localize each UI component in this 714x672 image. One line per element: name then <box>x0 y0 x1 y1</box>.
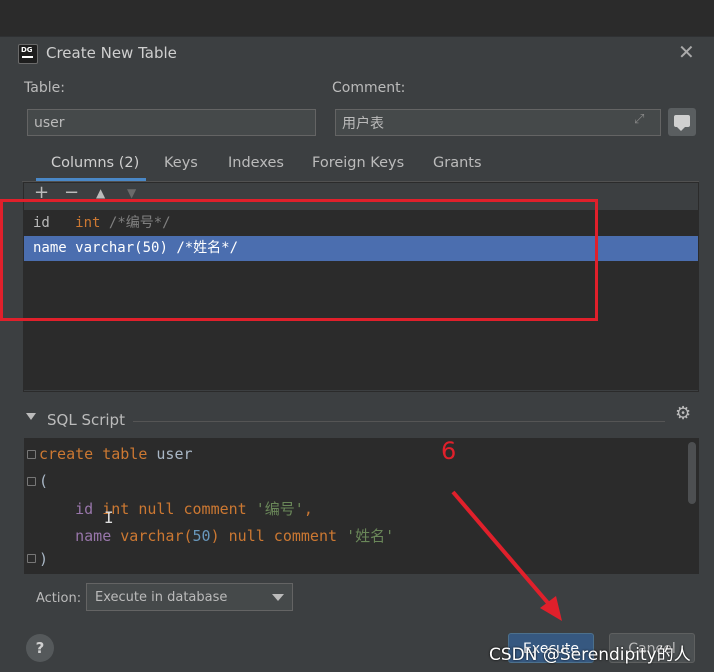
watermark: CSDN @Serendipity的人 <box>489 645 691 665</box>
annotation-arrow <box>451 490 562 621</box>
